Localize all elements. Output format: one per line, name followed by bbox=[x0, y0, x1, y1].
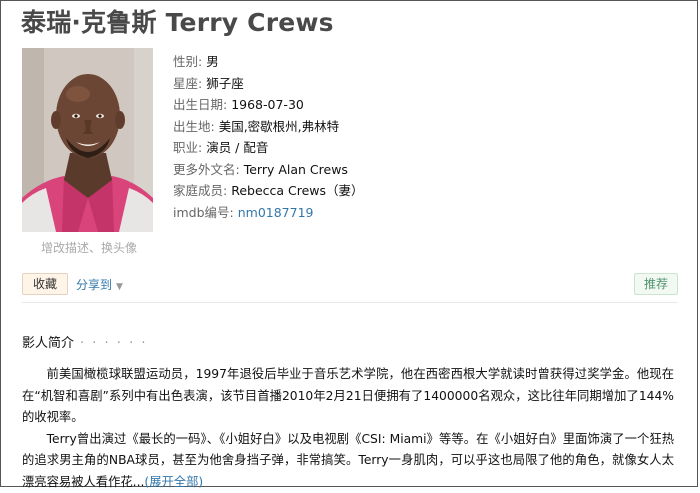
birthdate-label: 出生日期: bbox=[173, 97, 227, 112]
edit-photo-link[interactable]: 增改描述、换头像 bbox=[41, 239, 137, 256]
info-row-family: 家庭成员: Rebecca Crews（妻） bbox=[173, 180, 364, 202]
family-value: Rebecca Crews（妻） bbox=[231, 183, 363, 198]
share-label[interactable]: 分享到 bbox=[76, 278, 112, 292]
family-label: 家庭成员: bbox=[173, 183, 227, 198]
chevron-down-icon[interactable]: ▼ bbox=[116, 282, 123, 292]
alt-names-label: 更多外文名: bbox=[173, 162, 240, 177]
constellation-value: 狮子座 bbox=[206, 76, 244, 91]
info-row-imdb: imdb编号: nm0187719 bbox=[173, 202, 364, 224]
recommend-button[interactable]: 推荐 bbox=[634, 273, 678, 295]
collect-button[interactable]: 收藏 bbox=[22, 273, 68, 295]
intro-heading-label: 影人简介 bbox=[22, 336, 74, 351]
info-row-birthplace: 出生地: 美国,密歇根州,弗林特 bbox=[173, 116, 364, 138]
birthplace-value: 美国,密歇根州,弗林特 bbox=[219, 119, 339, 134]
expand-all-link[interactable]: (展开全部) bbox=[144, 475, 203, 489]
info-row-alt-names: 更多外文名: Terry Alan Crews bbox=[173, 159, 364, 181]
intro-paragraph-2: Terry曾出演过《最长的一码》、《小姐好白》以及电视剧《CSI: Miami》… bbox=[22, 429, 674, 493]
imdb-link[interactable]: nm0187719 bbox=[238, 205, 314, 220]
birthplace-label: 出生地: bbox=[173, 119, 215, 134]
info-panel: 性别: 男 星座: 狮子座 出生日期: 1968-07-30 出生地: 美国,密… bbox=[173, 51, 364, 223]
imdb-label: imdb编号: bbox=[173, 205, 234, 220]
intro-paragraph-2-text: Terry曾出演过《最长的一码》、《小姐好白》以及电视剧《CSI: Miami》… bbox=[22, 432, 674, 489]
info-row-gender: 性别: 男 bbox=[173, 51, 364, 73]
intro-paragraph-1: 前美国橄榄球联盟运动员，1997年退役后毕业于音乐艺术学院，他在西密西根大学就读… bbox=[22, 364, 674, 429]
profession-label: 职业: bbox=[173, 140, 202, 155]
intro-heading: 影人简介 · · · · · · bbox=[22, 332, 147, 351]
alt-names-value: Terry Alan Crews bbox=[244, 162, 348, 177]
portrait-image bbox=[22, 48, 153, 232]
share-dropdown[interactable]: 分享到 ▼ bbox=[76, 276, 123, 293]
birthdate-value: 1968-07-30 bbox=[231, 97, 304, 112]
profession-value: 演员 / 配音 bbox=[206, 140, 268, 155]
info-row-constellation: 星座: 狮子座 bbox=[173, 73, 364, 95]
info-row-birthdate: 出生日期: 1968-07-30 bbox=[173, 94, 364, 116]
gender-value: 男 bbox=[206, 54, 219, 69]
gender-label: 性别: bbox=[173, 54, 202, 69]
section-divider bbox=[22, 302, 678, 303]
page-title: 泰瑞·克鲁斯 Terry Crews bbox=[21, 3, 334, 39]
celebrity-photo[interactable] bbox=[22, 48, 153, 232]
heading-dots: · · · · · · bbox=[80, 336, 147, 351]
constellation-label: 星座: bbox=[173, 76, 202, 91]
celebrity-card: 泰瑞·克鲁斯 Terry Crews bbox=[0, 0, 698, 487]
intro-body: 前美国橄榄球联盟运动员，1997年退役后毕业于音乐艺术学院，他在西密西根大学就读… bbox=[22, 364, 674, 493]
info-row-profession: 职业: 演员 / 配音 bbox=[173, 137, 364, 159]
